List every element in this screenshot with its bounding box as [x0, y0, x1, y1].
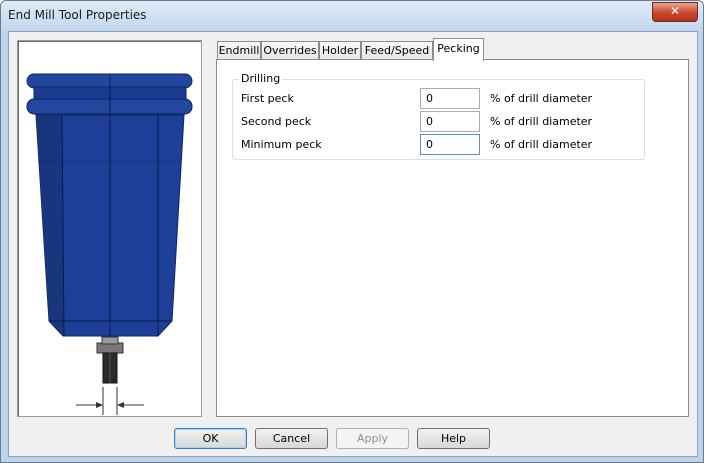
- second-peck-field[interactable]: [420, 111, 480, 132]
- apply-button[interactable]: Apply: [336, 428, 409, 449]
- second-peck-unit: % of drill diameter: [490, 115, 593, 128]
- pecking-panel: Drilling First peck % of drill diameter …: [216, 59, 689, 417]
- first-peck-field[interactable]: [420, 88, 480, 109]
- tab-endmill[interactable]: Endmill: [217, 41, 261, 59]
- close-icon: ✕: [669, 4, 681, 18]
- minimum-peck-unit: % of drill diameter: [490, 138, 593, 151]
- minimum-peck-label: Minimum peck: [241, 138, 322, 151]
- dialog-window: End Mill Tool Properties ✕ Endmill Overr…: [0, 0, 704, 463]
- tool-preview-pane: [17, 40, 202, 417]
- minimum-peck-field[interactable]: [420, 134, 480, 155]
- help-button[interactable]: Help: [417, 428, 490, 449]
- holder-shading: [36, 115, 64, 336]
- second-peck-label: Second peck: [241, 115, 312, 128]
- cancel-button[interactable]: Cancel: [255, 428, 328, 449]
- ok-button[interactable]: OK: [174, 428, 247, 449]
- drilling-group-title: Drilling: [239, 72, 283, 85]
- title-bar: End Mill Tool Properties ✕: [1, 1, 703, 31]
- tool-holder-preview: [26, 73, 193, 415]
- close-button[interactable]: ✕: [652, 2, 698, 22]
- first-peck-unit: % of drill diameter: [490, 92, 593, 105]
- dialog-body: Endmill Overrides Holder Feed/Speed Peck…: [8, 31, 698, 457]
- tab-feed-speed[interactable]: Feed/Speed: [361, 41, 433, 59]
- tab-holder[interactable]: Holder: [319, 41, 361, 59]
- first-peck-label: First peck: [241, 92, 294, 105]
- window-title: End Mill Tool Properties: [8, 8, 147, 22]
- tab-overrides[interactable]: Overrides: [261, 41, 319, 59]
- tab-pecking[interactable]: Pecking: [433, 38, 484, 61]
